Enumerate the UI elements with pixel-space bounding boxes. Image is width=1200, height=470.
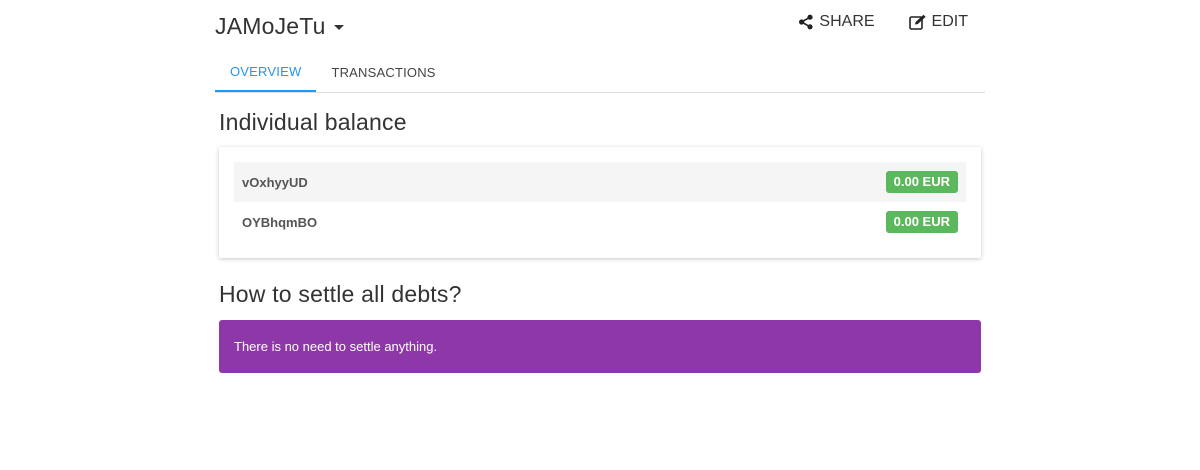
main-container: JAMoJeTu SHARE EDIT OVERVIEW TRANSACTION…: [215, 0, 985, 470]
tab-transactions[interactable]: TRANSACTIONS: [316, 52, 450, 92]
tab-bar: OVERVIEW TRANSACTIONS: [215, 52, 985, 93]
settle-message-box: There is no need to settle anything.: [219, 320, 981, 373]
balance-card: vOxhyyUD 0.00 EUR OYBhqmBO 0.00 EUR: [219, 147, 981, 258]
settle-message: There is no need to settle anything.: [234, 339, 438, 354]
share-label: SHARE: [819, 13, 875, 30]
group-selector[interactable]: JAMoJeTu: [215, 8, 344, 44]
amount-badge: 0.00 EUR: [885, 171, 958, 193]
settle-debts-title: How to settle all debts?: [219, 281, 462, 307]
header-actions: SHARE EDIT: [798, 10, 968, 34]
share-icon: [799, 14, 814, 30]
amount-badge: 0.00 EUR: [885, 211, 958, 233]
edit-label: EDIT: [931, 13, 968, 30]
person-name: vOxhyyUD: [242, 174, 308, 190]
caret-down-icon: [333, 25, 344, 30]
share-button[interactable]: SHARE: [798, 10, 875, 34]
balance-row: vOxhyyUD 0.00 EUR: [234, 162, 966, 202]
edit-button[interactable]: EDIT: [908, 10, 968, 34]
individual-balance-title: Individual balance: [219, 109, 407, 135]
edit-icon: [908, 14, 926, 30]
group-title: JAMoJeTu: [215, 12, 326, 39]
person-name: OYBhqmBO: [242, 214, 318, 230]
tab-overview[interactable]: OVERVIEW: [215, 52, 317, 92]
balance-row: OYBhqmBO 0.00 EUR: [234, 202, 966, 242]
